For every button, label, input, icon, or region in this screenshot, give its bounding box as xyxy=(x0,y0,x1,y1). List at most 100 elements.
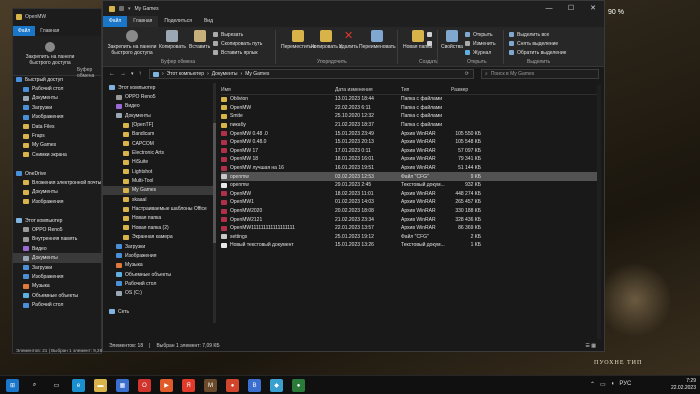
history-button[interactable]: Журнал xyxy=(465,49,491,56)
close-button[interactable]: ✕ xyxy=(582,1,604,16)
back-pin-button[interactable]: Закрепить на панели быстрого доступа xyxy=(19,42,81,66)
back-tree-item[interactable]: Объемные объекты xyxy=(13,291,103,300)
back-tree-item[interactable]: Внутренняя память xyxy=(13,235,103,244)
nav-item[interactable]: Новая папка xyxy=(103,214,215,223)
back-tree-item[interactable]: OPPO Reno5 xyxy=(13,225,103,234)
nav-item[interactable]: Документы xyxy=(103,111,215,120)
back-tree-item[interactable]: My Games xyxy=(13,141,103,150)
explorer-window[interactable]: ▾ My Games — ☐ ✕ Файл Главная Поделиться… xyxy=(102,0,605,352)
nav-item[interactable]: Изображения xyxy=(103,251,215,260)
rename-button[interactable]: Переименовать xyxy=(359,30,396,50)
quick-access-icon[interactable] xyxy=(119,6,124,11)
tab-share[interactable]: Поделиться xyxy=(158,16,198,27)
tab-home[interactable]: Главная xyxy=(127,16,159,27)
file-row[interactable]: OpenMW 22.02.2023 6:11 Папка с файлами xyxy=(221,104,597,113)
start-icon[interactable]: ⊞ xyxy=(6,379,19,392)
nav-item[interactable]: Новая папка (2) xyxy=(103,223,215,232)
back-tree-item[interactable]: Документы xyxy=(13,253,103,263)
back-tab-file[interactable]: Файл xyxy=(13,25,36,36)
copy-path-button[interactable]: Скопировать путь xyxy=(213,40,262,47)
task-view-icon[interactable]: ▭ xyxy=(50,379,63,392)
pin-button[interactable]: Закрепить на панели быстрого доступа xyxy=(107,30,157,56)
nav-scrollbar[interactable] xyxy=(213,83,216,323)
column-name[interactable]: Имя xyxy=(221,87,335,93)
column-date[interactable]: Дата изменения xyxy=(335,87,401,93)
back-tree-item[interactable]: Загрузки xyxy=(13,103,103,112)
nav-item[interactable]: OPPO Reno5 xyxy=(103,92,215,101)
file-row[interactable]: OpenMW лучшая на 16 16.01.2023 19:51 Архив… xyxy=(221,164,597,173)
nav-item[interactable]: Этот компьютер xyxy=(103,83,215,92)
properties-button[interactable]: Свойства xyxy=(441,30,463,50)
nav-item[interactable]: My Games xyxy=(103,185,215,196)
media-icon[interactable]: ▶ xyxy=(160,379,173,392)
file-row[interactable]: OpenMW2020 20.02.2023 18:08 Архив WinRAR 33… xyxy=(221,207,597,216)
recent-chevron-icon[interactable]: ▾ xyxy=(131,71,134,77)
nav-item[interactable]: Electronic Arts xyxy=(103,148,215,157)
nav-item[interactable]: [OpenTF] xyxy=(103,120,215,129)
back-tree-item[interactable]: Снимки экрана xyxy=(13,150,103,159)
file-row[interactable]: OpenMW2121 21.02.2023 23:34 Архив WinRAR 32… xyxy=(221,215,597,224)
open-button[interactable]: Открыть xyxy=(465,31,493,38)
player-icon[interactable]: ● xyxy=(226,379,239,392)
back-tree-item[interactable]: Изображения xyxy=(13,272,103,281)
nav-item[interactable]: Bandicam xyxy=(103,130,215,139)
breadcrumb-my-games[interactable]: My Games xyxy=(245,71,269,77)
nav-item[interactable]: Видео xyxy=(103,102,215,111)
file-row[interactable]: OpenMW111111111111111111 22.01.2023 13:57… xyxy=(221,224,597,233)
tab-file[interactable]: Файл xyxy=(103,16,128,27)
back-tree-item[interactable]: Fraps xyxy=(13,131,103,140)
delete-button[interactable]: ✕ Удалить xyxy=(339,30,358,50)
nav-item[interactable]: Настраиваемые шаблоны Office xyxy=(103,204,215,213)
back-tree-item[interactable]: Изображения xyxy=(13,197,103,206)
file-row[interactable]: Новый текстовый документ 15.01.2023 13:26… xyxy=(221,241,597,250)
back-tree-item[interactable]: Музыка xyxy=(13,282,103,291)
file-row[interactable]: OpenMW 17 17.01.2023 0:11 Архив WinRAR 57 0… xyxy=(221,147,597,156)
nav-item[interactable]: OS (C:) xyxy=(103,289,215,298)
forward-arrow-icon[interactable]: → xyxy=(120,71,126,77)
file-row[interactable]: OpenMW 18 18.01.2023 16:01 Архив WinRAR 79 … xyxy=(221,155,597,164)
copy-button[interactable]: Копировать xyxy=(159,30,186,50)
network-icon[interactable]: ▭ xyxy=(600,381,606,388)
back-tree-item[interactable]: Data Files xyxy=(13,122,103,131)
back-arrow-icon[interactable]: ← xyxy=(109,71,115,77)
nav-scrollbar-thumb[interactable] xyxy=(213,123,216,243)
yandex-icon[interactable]: Я xyxy=(182,379,195,392)
quick-access-chevron-icon[interactable]: ▾ xyxy=(128,6,131,12)
nav-item[interactable]: Рабочий стол xyxy=(103,279,215,288)
explorer-icon[interactable]: ▬ xyxy=(94,379,107,392)
nav-item[interactable]: Multi-Tool xyxy=(103,176,215,185)
file-row[interactable]: OpenMW1 01.02.2023 14:03 Архив WinRAR 265 4… xyxy=(221,198,597,207)
file-row[interactable]: Oblivion 13.01.2023 18:44 Папка с файлами xyxy=(221,95,597,104)
nav-item[interactable]: Объемные объекты xyxy=(103,270,215,279)
app-icon[interactable]: ◆ xyxy=(270,379,283,392)
back-tree-item[interactable]: Быстрый доступ xyxy=(13,75,103,84)
back-tree-item[interactable]: Документы xyxy=(13,94,103,103)
back-titlebar[interactable]: OpenMW xyxy=(13,9,101,25)
back-tree-item[interactable]: Документы xyxy=(13,188,103,197)
file-row[interactable]: OpenMW 18.02.2023 11:01 Архив WinRAR 448 27… xyxy=(221,190,597,199)
column-size[interactable]: Размер xyxy=(451,87,481,93)
select-none-button[interactable]: Снять выделение xyxy=(509,40,558,47)
nav-item[interactable]: Сеть xyxy=(103,307,215,316)
titlebar[interactable]: ▾ My Games — ☐ ✕ xyxy=(103,1,604,16)
back-tree-item[interactable]: Изображения xyxy=(13,113,103,122)
app2-icon[interactable]: ● xyxy=(292,379,305,392)
nav-item[interactable]: Lightshot xyxy=(103,167,215,176)
invert-selection-button[interactable]: Обратить выделение xyxy=(509,49,566,56)
view-toggle-icons[interactable]: ☰ ▦ xyxy=(585,343,604,349)
breadcrumb-documents[interactable]: Документы xyxy=(212,71,238,77)
minimize-button[interactable]: — xyxy=(538,1,560,16)
clock[interactable]: 7:29 22.02.2023 xyxy=(671,378,696,392)
up-arrow-icon[interactable]: ↑ xyxy=(139,71,142,77)
back-tree-item[interactable]: Вложения электронной почты xyxy=(13,178,103,187)
nav-item[interactable]: Экранная камера xyxy=(103,233,215,242)
nav-item[interactable]: CAPCOM xyxy=(103,139,215,148)
file-row[interactable]: openmw 03.02.2023 12:53 Файл "CFG" 9 КБ xyxy=(221,172,597,181)
volume-icon[interactable]: ◖ xyxy=(611,381,615,388)
back-tree-item[interactable]: Рабочий стол xyxy=(13,84,103,93)
select-all-button[interactable]: Выделить все xyxy=(509,31,549,38)
breadcrumb-computer[interactable]: Этот компьютер xyxy=(167,71,204,77)
back-tab-home[interactable]: Главная xyxy=(35,26,64,36)
maximize-button[interactable]: ☐ xyxy=(560,1,582,16)
file-list-scrollbar[interactable] xyxy=(597,85,601,339)
